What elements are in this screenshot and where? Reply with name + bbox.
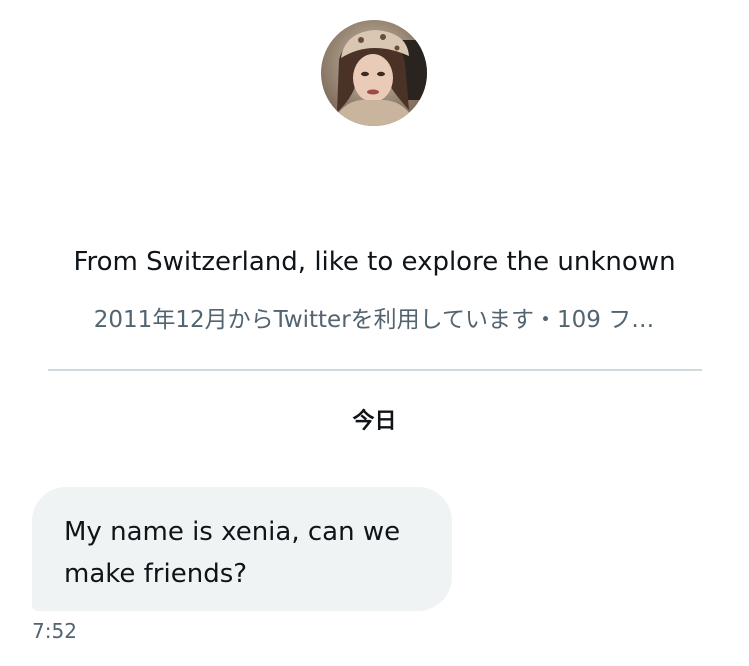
message-bubble[interactable]: My name is xenia, can we make friends? xyxy=(32,487,452,611)
message-timestamp: 7:52 xyxy=(32,619,77,643)
profile-bio: From Switzerland, like to explore the un… xyxy=(73,247,676,277)
message-text-line: My name is xenia, can we xyxy=(64,517,401,547)
message-text-line: make friends? xyxy=(64,559,248,589)
day-separator: 今日 xyxy=(352,409,397,434)
avatar-photo-icon xyxy=(321,20,427,126)
profile-avatar[interactable] xyxy=(321,20,427,126)
divider xyxy=(48,369,702,371)
profile-meta: 2011年12月からTwitterを利用しています・109 フ… xyxy=(93,307,655,333)
